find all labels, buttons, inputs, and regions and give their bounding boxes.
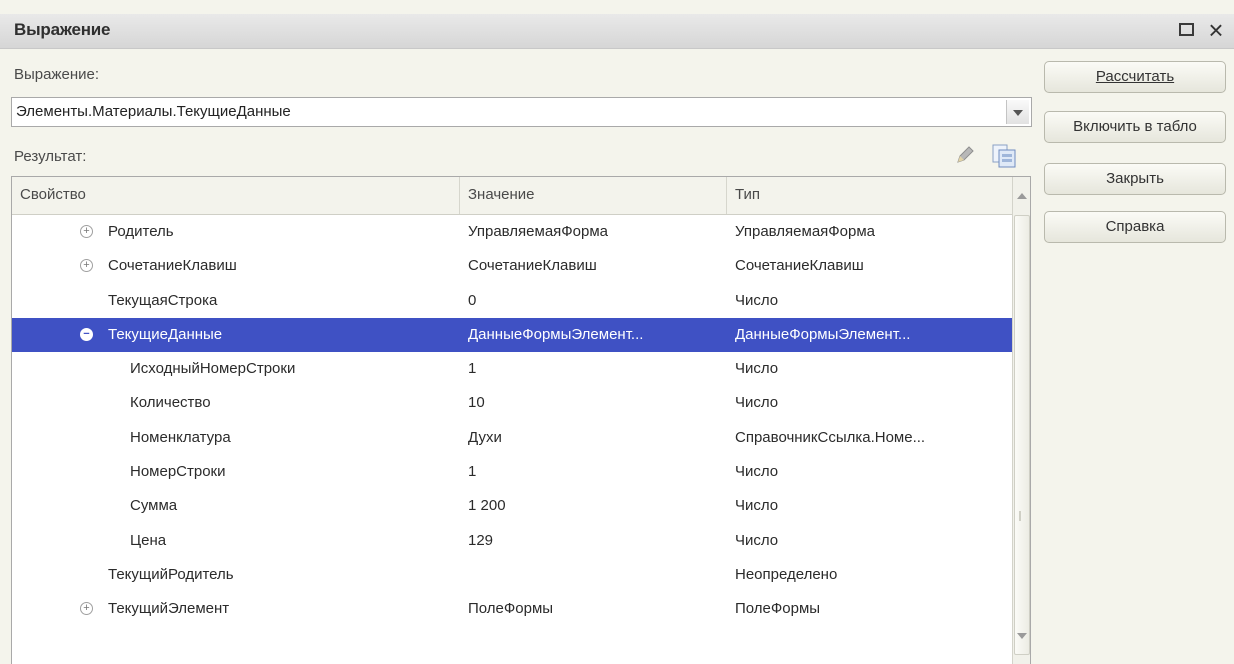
- table-row[interactable]: + Родитель УправляемаяФорма УправляемаяФорм…: [12, 215, 1012, 249]
- table-row[interactable]: Сумма 1 200 Число: [12, 489, 1012, 523]
- table-row[interactable]: ТекущийРодитель Неопределено: [12, 558, 1012, 592]
- property-name: ТекущийРодитель: [108, 565, 234, 583]
- scroll-thumb[interactable]: [1014, 215, 1030, 655]
- cell-property: ТекущийРодитель: [12, 558, 460, 592]
- property-name: Цена: [130, 531, 167, 549]
- close-icon[interactable]: ×: [1205, 17, 1227, 43]
- property-name: Сумма: [130, 497, 178, 515]
- table-row[interactable]: ТекущаяСтрока 0 Число: [12, 284, 1012, 318]
- property-name: ТекущаяСтрока: [108, 291, 218, 309]
- calculate-button-label: Рассчитать: [1095, 68, 1175, 85]
- title-bar: Выражение ×: [0, 14, 1234, 49]
- table-row[interactable]: − ТекущиеДанные ДанныеФормыЭлемент... Данны…: [12, 317, 1012, 353]
- table-row[interactable]: Количество 10 Число: [12, 386, 1012, 420]
- include-board-button[interactable]: Включить в табло: [1044, 111, 1226, 143]
- cell-type: Число: [735, 463, 779, 481]
- cell-type: ДанныеФормыЭлемент...: [735, 325, 911, 343]
- column-header-property[interactable]: Свойство: [12, 177, 460, 214]
- result-label: Результат:: [14, 148, 87, 165]
- expand-icon[interactable]: +: [80, 602, 93, 616]
- cell-value: ДанныеФормыЭлемент...: [468, 325, 644, 343]
- table-row[interactable]: + СочетаниеКлавиш СочетаниеКлавиш Сочетание…: [12, 249, 1012, 283]
- scroll-up-icon[interactable]: [1013, 185, 1030, 207]
- cell-value: 0: [468, 291, 477, 309]
- cell-type: Число: [735, 497, 779, 515]
- cell-property: Сумма: [12, 489, 460, 523]
- cell-value: 1: [468, 360, 477, 378]
- property-name: ИсходныйНомерСтроки: [130, 360, 296, 378]
- property-name: СочетаниеКлавиш: [108, 257, 237, 275]
- table-row[interactable]: Номенклатура Духи СправочникСсылка.Номе...: [12, 421, 1012, 455]
- property-name: Номенклатура: [130, 428, 231, 446]
- property-name: ТекущийЭлемент: [108, 600, 230, 618]
- scroll-down-icon[interactable]: [1013, 625, 1030, 647]
- maximize-icon[interactable]: [1176, 19, 1198, 41]
- column-header-type[interactable]: Тип: [727, 177, 1012, 214]
- cell-type: Неопределено: [735, 565, 838, 583]
- pencil-icon[interactable]: [954, 144, 976, 166]
- expand-icon[interactable]: +: [80, 259, 93, 273]
- copy-icon[interactable]: [990, 142, 1020, 170]
- collapse-icon[interactable]: −: [80, 327, 93, 341]
- property-name: ТекущиеДанные: [108, 325, 223, 343]
- cell-property: + СочетаниеКлавиш: [12, 249, 460, 283]
- cell-value: 1: [468, 463, 477, 481]
- table-row[interactable]: Цена 129 Число: [12, 524, 1012, 558]
- cell-property: НомерСтроки: [12, 455, 460, 489]
- cell-value: 129: [468, 531, 494, 549]
- column-header-value[interactable]: Значение: [460, 177, 727, 214]
- cell-property: Номенклатура: [12, 421, 460, 455]
- cell-property: − ТекущиеДанные: [12, 318, 460, 352]
- cell-type: СочетаниеКлавиш: [735, 257, 864, 275]
- expression-input[interactable]: Элементы.Материалы.ТекущиеДанные: [16, 103, 291, 120]
- cell-type: Число: [735, 291, 779, 309]
- cell-value: УправляемаяФорма: [468, 223, 609, 240]
- cell-property: Количество: [12, 386, 460, 420]
- cell-property: + Родитель: [12, 215, 460, 249]
- cell-value: [468, 558, 723, 592]
- expression-label: Выражение:: [14, 66, 100, 83]
- cell-property: Цена: [12, 524, 460, 558]
- expression-window: Выражение × Выражение: Элементы.Материал…: [0, 0, 1234, 664]
- cell-property: + ТекущийЭлемент: [12, 592, 460, 626]
- cell-value: Духи: [468, 428, 502, 446]
- cell-type: Число: [735, 531, 779, 549]
- cell-property: ИсходныйНомерСтроки: [12, 352, 460, 386]
- property-name: Родитель: [108, 223, 174, 240]
- grid-rows: + Родитель УправляемаяФорма УправляемаяФорм…: [12, 215, 1012, 627]
- cell-type: СправочникСсылка.Номе...: [735, 428, 926, 446]
- cell-type: УправляемаяФорма: [735, 223, 876, 240]
- close-button[interactable]: Закрыть: [1044, 163, 1226, 195]
- calculate-button[interactable]: Рассчитать: [1044, 61, 1226, 93]
- property-name: Количество: [130, 394, 211, 412]
- result-grid[interactable]: Свойство Значение Тип + Родитель Управляем…: [11, 176, 1031, 664]
- cell-type: ПолеФормы: [735, 600, 821, 618]
- table-row[interactable]: + ТекущийЭлемент ПолеФормы ПолеФормы: [12, 592, 1012, 626]
- vertical-scrollbar[interactable]: [1012, 177, 1030, 664]
- cell-type: Число: [735, 394, 779, 412]
- window-title: Выражение: [14, 20, 111, 39]
- cell-value: ПолеФормы: [468, 600, 554, 618]
- cell-value: 10: [468, 394, 485, 412]
- help-button[interactable]: Справка: [1044, 211, 1226, 243]
- expression-combobox[interactable]: Элементы.Материалы.ТекущиеДанные: [11, 97, 1032, 127]
- expand-icon[interactable]: +: [80, 225, 93, 238]
- property-name: НомерСтроки: [130, 463, 226, 481]
- cell-type: Число: [735, 360, 779, 378]
- table-row[interactable]: НомерСтроки 1 Число: [12, 455, 1012, 489]
- cell-value: 1 200: [468, 497, 506, 515]
- dropdown-arrow-icon[interactable]: [1006, 100, 1029, 124]
- grid-header: Свойство Значение Тип: [12, 177, 1012, 215]
- cell-value: СочетаниеКлавиш: [468, 257, 597, 275]
- cell-property: ТекущаяСтрока: [12, 284, 460, 318]
- table-row[interactable]: ИсходныйНомерСтроки 1 Число: [12, 352, 1012, 386]
